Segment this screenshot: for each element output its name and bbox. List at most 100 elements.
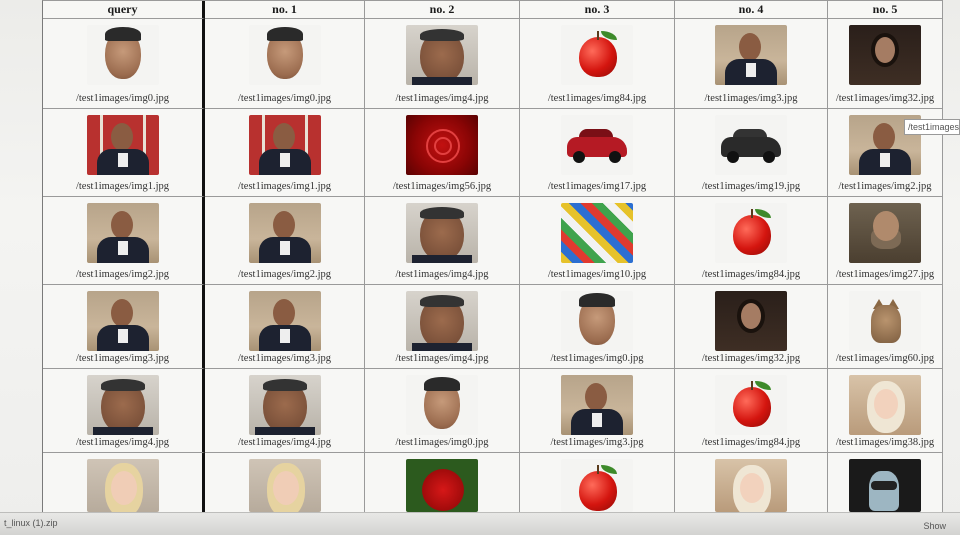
car-thumbnail — [561, 115, 633, 175]
result-cell[interactable]: /test1images/img32.jpg — [675, 285, 828, 369]
image-path-label: /test1images/img4.jpg — [395, 353, 489, 364]
image-path-label: /test1images/img38.jpg — [835, 437, 935, 448]
result-cell[interactable] — [205, 453, 365, 513]
taskbar: t_linux (1).zip Show — [0, 512, 960, 535]
apple-thumbnail — [715, 375, 787, 435]
image-path-label: /test1images/img17.jpg — [547, 181, 647, 192]
image-path-label: /test1images/img0.jpg — [395, 437, 489, 448]
result-cell[interactable]: /test1images/img38.jpg — [828, 369, 943, 453]
result-cell[interactable]: /test1images/img84.jpg — [520, 19, 675, 109]
image-path-label: /test1images/img3.jpg — [75, 353, 170, 364]
result-cell[interactable]: /test1images/img0.jpg — [365, 369, 520, 453]
result-cell[interactable] — [675, 453, 828, 513]
image-path-label: /test1images/img10.jpg — [547, 269, 647, 280]
image-path-label: /test1images/img2.jpg — [237, 269, 332, 280]
query-cell[interactable]: /test1images/img0.jpg — [43, 19, 205, 109]
portrait-thumbnail — [86, 459, 159, 512]
image-path-label: /test1images/img32.jpg — [701, 353, 801, 364]
image-path-label: /test1images/img84.jpg — [701, 269, 801, 280]
portrait-thumbnail — [849, 203, 921, 263]
column-header: no. 5 — [828, 1, 943, 19]
portrait-thumbnail — [248, 115, 321, 175]
result-cell[interactable]: /test1images/img2.jpg — [205, 197, 365, 285]
image-path-label: /test1images/img56.jpg — [392, 181, 492, 192]
result-cell[interactable]: /test1images/img19.jpg — [675, 109, 828, 197]
query-cell[interactable]: /test1images/img2.jpg — [43, 197, 205, 285]
image-path-label: /test1images/img4.jpg — [395, 93, 489, 104]
column-header: no. 2 — [365, 1, 520, 19]
image-path-label: /test1images/img27.jpg — [835, 269, 935, 280]
image-path-label: /test1images/img32.jpg — [835, 93, 935, 104]
rose-thumbnail — [406, 115, 478, 175]
column-header: no. 1 — [205, 1, 365, 19]
result-cell[interactable]: /test1images/img4.jpg — [365, 19, 520, 109]
image-path-label: /test1images/img1.jpg — [75, 181, 170, 192]
result-cell[interactable]: /test1images/img4.jpg — [205, 369, 365, 453]
image-path-label: /test1images/img19.jpg — [701, 181, 801, 192]
result-cell[interactable]: /test1images/img27.jpg — [828, 197, 943, 285]
result-cell[interactable]: /test1images/img0.jpg — [205, 19, 365, 109]
portrait-thumbnail — [715, 291, 787, 351]
portrait-thumbnail — [248, 375, 321, 435]
query-cell[interactable]: /test1images/img4.jpg — [43, 369, 205, 453]
image-path-label: /test1images/img1.jpg — [237, 181, 332, 192]
portrait-thumbnail — [248, 25, 321, 85]
apple-thumbnail — [561, 459, 633, 512]
portrait-thumbnail — [406, 25, 478, 85]
image-path-label: /test1images/img3.jpg — [704, 93, 798, 104]
result-cell[interactable] — [520, 453, 675, 513]
portrait-thumbnail — [406, 203, 478, 263]
result-cell[interactable]: /test1images/img4.jpg — [365, 285, 520, 369]
image-path-label: /test1images/img3.jpg — [550, 437, 644, 448]
download-item[interactable]: t_linux (1).zip — [4, 518, 58, 528]
result-cell[interactable] — [828, 453, 943, 513]
portrait-thumbnail — [86, 115, 159, 175]
column-header: no. 4 — [675, 1, 828, 19]
portrait-thumbnail — [715, 459, 787, 512]
result-cell[interactable]: /test1images/img3.jpg — [675, 19, 828, 109]
result-cell[interactable]: /test1images/img3.jpg — [520, 369, 675, 453]
result-cell[interactable]: /test1images/img17.jpg — [520, 109, 675, 197]
portrait-thumbnail — [849, 25, 921, 85]
image-path-label: /test1images/img4.jpg — [237, 437, 332, 448]
portrait-thumbnail — [86, 25, 159, 85]
result-cell[interactable]: /test1images/img56.jpg — [365, 109, 520, 197]
robot-thumbnail — [849, 459, 921, 512]
image-path-label: /test1images/img2.jpg — [838, 181, 932, 192]
cat-thumbnail — [849, 291, 921, 351]
portrait-thumbnail — [248, 291, 321, 351]
show-all-button[interactable]: Show — [923, 521, 946, 531]
screen: query no. 1 no. 2 no. 3 no. 4 no. 5/test1imag… — [0, 0, 960, 535]
image-path-label: /test1images/img3.jpg — [237, 353, 332, 364]
portrait-thumbnail — [561, 375, 633, 435]
portrait-thumbnail — [406, 375, 478, 435]
result-cell[interactable] — [365, 453, 520, 513]
portrait-thumbnail — [561, 291, 633, 351]
portrait-thumbnail — [86, 375, 159, 435]
image-path-label: /test1images/img4.jpg — [395, 269, 489, 280]
result-cell[interactable]: /test1images/img1.jpg — [205, 109, 365, 197]
lego-thumbnail — [561, 203, 633, 263]
column-header: query — [43, 1, 205, 19]
query-cell[interactable] — [43, 453, 205, 513]
path-tooltip: /test1images/img32.jpg — [904, 119, 960, 135]
result-cell[interactable]: /test1images/img60.jpg — [828, 285, 943, 369]
portrait-thumbnail — [86, 203, 159, 263]
result-cell[interactable]: /test1images/img0.jpg — [520, 285, 675, 369]
portrait-thumbnail — [86, 291, 159, 351]
apple-thumbnail — [561, 25, 633, 85]
result-cell[interactable]: /test1images/img32.jpg — [828, 19, 943, 109]
result-cell[interactable]: /test1images/img10.jpg — [520, 197, 675, 285]
image-path-label: /test1images/img2.jpg — [75, 269, 170, 280]
result-cell[interactable]: /test1images/img84.jpg — [675, 197, 828, 285]
portrait-thumbnail — [248, 203, 321, 263]
portrait-thumbnail — [715, 25, 787, 85]
query-cell[interactable]: /test1images/img3.jpg — [43, 285, 205, 369]
query-cell[interactable]: /test1images/img1.jpg — [43, 109, 205, 197]
image-path-label: /test1images/img0.jpg — [550, 353, 644, 364]
image-path-label: /test1images/img84.jpg — [547, 93, 647, 104]
result-cell[interactable]: /test1images/img4.jpg — [365, 197, 520, 285]
result-cell[interactable]: /test1images/img84.jpg — [675, 369, 828, 453]
image-path-label: /test1images/img60.jpg — [835, 353, 935, 364]
result-cell[interactable]: /test1images/img3.jpg — [205, 285, 365, 369]
